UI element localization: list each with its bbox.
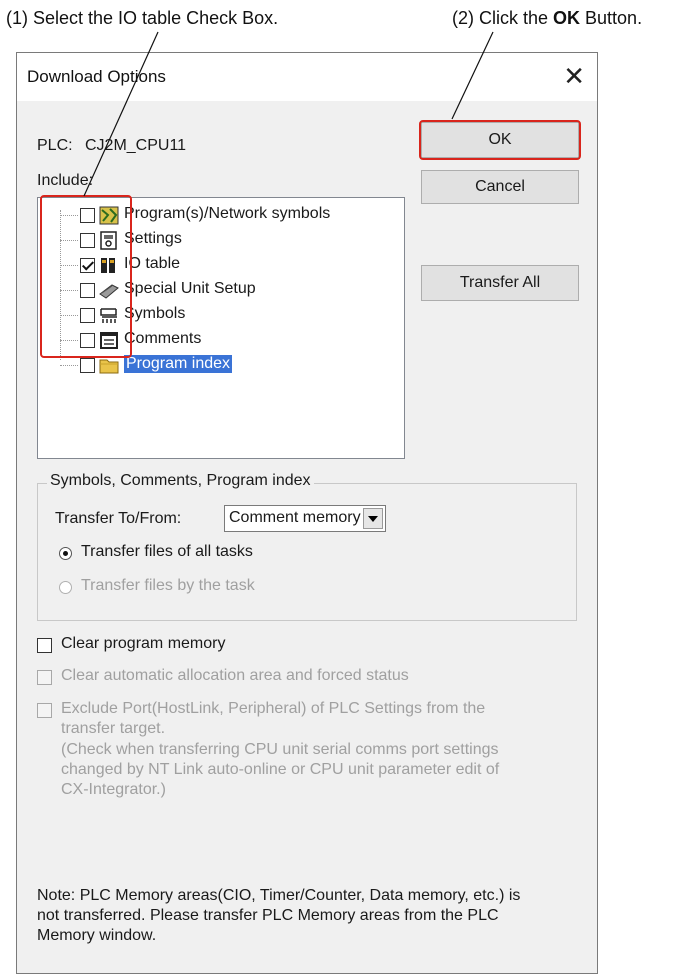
exclude-port-label-line2: transfer target. <box>61 720 166 737</box>
tree-item-label: Program index <box>124 355 233 373</box>
callout-step-2-bold: OK <box>553 8 581 28</box>
tree-item-label: Program(s)/Network symbols <box>124 205 331 222</box>
transfer-all-tasks-radio[interactable] <box>59 547 72 560</box>
ok-button-highlight <box>419 120 581 160</box>
note-line1: Note: PLC Memory areas(CIO, Timer/Counte… <box>37 887 521 904</box>
transfer-all-button[interactable]: Transfer All <box>421 265 579 301</box>
tree-item-label: Special Unit Setup <box>124 280 256 297</box>
transfer-by-task-label: Transfer files by the task <box>81 577 255 594</box>
transfer-to-from-select[interactable]: Comment memory <box>224 505 386 532</box>
transfer-by-task-radio[interactable] <box>59 581 72 594</box>
clear-program-memory-checkbox[interactable] <box>37 638 52 653</box>
exclude-port-note-line1: (Check when transferring CPU unit serial… <box>61 741 499 758</box>
include-label: Include: <box>37 172 94 189</box>
callout-step-1: (1) Select the IO table Check Box. <box>6 8 279 28</box>
callout-step-2: (2) Click the OK Button. <box>452 8 642 29</box>
note-line3: Memory window. <box>37 927 157 944</box>
note-line2: not transferred. Please transfer PLC Mem… <box>37 907 499 924</box>
exclude-port-note-line3: CX-Integrator.) <box>61 781 166 798</box>
folder-icon <box>99 359 119 374</box>
transfer-to-from-label: Transfer To/From: <box>55 510 182 527</box>
transfer-all-tasks-label: Transfer files of all tasks <box>81 543 253 560</box>
plc-label: PLC: <box>37 137 73 154</box>
callout-step-2-suffix: Button. <box>580 8 643 28</box>
group-title: Symbols, Comments, Program index <box>47 472 314 490</box>
clear-auto-allocation-checkbox[interactable] <box>37 670 52 685</box>
tree-branch <box>60 365 78 366</box>
title-bar: Download Options ✕ <box>17 53 597 101</box>
cancel-button[interactable]: Cancel <box>421 170 579 204</box>
chevron-down-icon[interactable] <box>363 508 383 529</box>
close-button[interactable]: ✕ <box>563 61 585 91</box>
exclude-port-note-line2: changed by NT Link auto-online or CPU un… <box>61 761 500 778</box>
transfer-all-button-label: Transfer All <box>459 274 541 291</box>
program-index-checkbox[interactable] <box>80 358 95 373</box>
clear-auto-allocation-label: Clear automatic allocation area and forc… <box>61 667 409 684</box>
callout-step-2-prefix: (2) Click the <box>452 8 554 28</box>
tree-item-label: IO table <box>124 255 181 272</box>
exclude-port-checkbox[interactable] <box>37 703 52 718</box>
download-options-dialog: Download Options ✕ PLC: CJ2M_CPU11 Inclu… <box>16 52 598 974</box>
plc-value: CJ2M_CPU11 <box>85 137 187 154</box>
dialog-title: Download Options <box>27 67 166 86</box>
transfer-to-from-value: Comment memory <box>229 509 361 526</box>
tree-item-label: Settings <box>124 230 182 247</box>
cancel-button-label: Cancel <box>475 178 525 195</box>
tree-item-label: Symbols <box>124 305 186 322</box>
clear-program-memory-label: Clear program memory <box>61 635 226 652</box>
tree-item-label: Comments <box>124 330 202 347</box>
exclude-port-label-line1: Exclude Port(HostLink, Peripheral) of PL… <box>61 700 486 717</box>
checkbox-column-highlight <box>40 195 132 358</box>
